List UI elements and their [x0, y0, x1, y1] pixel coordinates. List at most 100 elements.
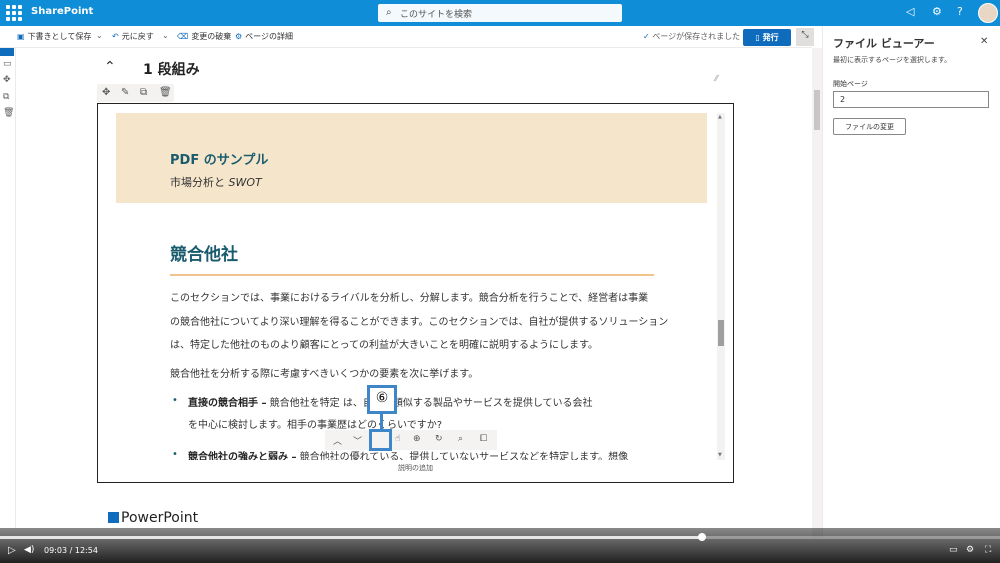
scroll-up-arrow-icon[interactable]: ▲: [718, 114, 722, 120]
publish-button[interactable]: ▯ 発行: [743, 29, 791, 46]
square-bullet: [108, 512, 119, 523]
fullscreen-icon[interactable]: ⧠: [480, 434, 487, 444]
rail-active-indicator: [0, 48, 14, 56]
bullet-bold: 直接の競合相手 –: [188, 398, 267, 409]
captions-icon[interactable]: ▭: [949, 545, 958, 555]
discard-icon: ⌫: [177, 32, 189, 41]
powerpoint-heading: PowerPoint: [108, 510, 198, 526]
bullet-bold: 競合他社の強みと弱み –: [188, 452, 297, 460]
discard-changes-button[interactable]: ⌫ 変更の破棄: [177, 31, 231, 42]
video-progress: [0, 536, 701, 539]
callout-highlight-box: [369, 429, 392, 451]
rotate-icon[interactable]: ↻: [435, 434, 443, 444]
settings-icon: ⚙: [235, 32, 243, 41]
saved-status: ✓ ページが保存されました: [643, 31, 740, 42]
pdf-heading: 競合他社: [170, 245, 238, 265]
bullet-marker: •: [172, 395, 178, 406]
add-caption-link[interactable]: 説明の追加: [398, 463, 433, 473]
undo-button[interactable]: ↶ 元に戻す: [112, 31, 154, 42]
video-controls: [0, 528, 1000, 563]
chevron-up-icon[interactable]: ⌃: [104, 59, 116, 75]
change-file-button[interactable]: ファイルの変更: [833, 118, 906, 135]
pdf-document[interactable]: PDF のサンプル 市場分析と SWOT 競合他社 このセクションでは、事業にお…: [116, 113, 707, 460]
collapse-panel-icon[interactable]: ⤡: [796, 28, 814, 46]
pdf-viewer-toolbar: ︿ ﹀ ☝ ⊕ ↻ ⌕ ⧠: [325, 430, 497, 450]
section-title: 1 段組み: [143, 62, 200, 78]
bullet-text: 競合他社を特定 は、自社と類似する製品やサービスを提供している会社: [266, 398, 593, 409]
previous-page-icon[interactable]: ︿: [333, 434, 342, 447]
canvas-scrollbar-thumb[interactable]: [814, 90, 820, 130]
pdf-subtitle-em: SWOT: [228, 176, 262, 189]
zoom-in-icon[interactable]: ⊕: [413, 434, 421, 444]
property-pane-description: 最初に表示するページを選択します。: [833, 56, 952, 64]
pdf-paragraph-line: の競合他社についてより深い理解を得ることができます。このセクションでは、自社が提…: [170, 317, 669, 328]
pdf-heading-rule: [170, 274, 654, 276]
webpart-toolbar: ✥ ✎ ⧉ 🗑: [97, 84, 174, 102]
search-icon[interactable]: ⌕: [458, 434, 463, 444]
save-icon: ▣: [17, 32, 25, 41]
pdf-paragraph-line: は、特定した他社のものより顧客にとっての利益が大きいことを明確に説明するようにし…: [170, 340, 598, 351]
suite-bar: SharePoint ⌕ このサイトを検索 ◁ ⚙ ?: [0, 0, 1000, 26]
next-page-icon[interactable]: ﹀: [353, 434, 362, 447]
publish-label: 発行: [762, 33, 779, 42]
pdf-scrollbar-thumb[interactable]: [718, 320, 724, 346]
page-details-button[interactable]: ⚙ ページの詳細: [235, 31, 293, 42]
video-time: 09:03 / 12:54: [44, 546, 98, 555]
gear-icon[interactable]: ⚙: [932, 5, 942, 18]
comment-icon[interactable]: ▭: [3, 59, 12, 69]
powerpoint-heading-text: PowerPoint: [121, 510, 199, 526]
duplicate-icon[interactable]: ⧉: [140, 87, 147, 98]
save-dropdown-chevron-icon[interactable]: ⌄: [96, 31, 103, 40]
check-icon: ✓: [643, 32, 650, 41]
megaphone-icon[interactable]: ◁: [906, 5, 914, 18]
bullet-marker: •: [172, 449, 178, 460]
avatar[interactable]: [978, 3, 998, 23]
discard-label: 変更の破棄: [191, 32, 232, 41]
page-details-label: ページの詳細: [245, 32, 294, 41]
video-time-separator: /: [69, 546, 73, 555]
edit-pencil-icon[interactable]: ✎: [121, 87, 129, 98]
close-icon[interactable]: ✕: [980, 36, 988, 47]
start-page-input[interactable]: 2: [833, 91, 989, 108]
volume-icon[interactable]: ◀): [24, 545, 34, 555]
play-icon[interactable]: ▷: [8, 545, 16, 556]
undo-label: 元に戻す: [121, 32, 154, 41]
property-pane-title: ファイル ビューアー: [833, 37, 935, 50]
move-icon[interactable]: ✥: [3, 75, 11, 85]
app-brand[interactable]: SharePoint: [31, 6, 93, 17]
delete-icon[interactable]: 🗑: [159, 87, 172, 98]
help-icon[interactable]: ?: [957, 5, 963, 18]
duplicate-icon[interactable]: ⧉: [3, 92, 9, 102]
search-icon: ⌕: [386, 7, 392, 18]
publish-icon: ▯: [755, 33, 760, 42]
pdf-paragraph-line: このセクションでは、事業におけるライバルを分析し、分解します。競合分析を行うこと…: [170, 293, 649, 304]
search-placeholder: このサイトを検索: [400, 10, 473, 20]
app-launcher-icon[interactable]: [6, 5, 22, 21]
move-icon[interactable]: ✥: [102, 87, 110, 98]
fullscreen-icon[interactable]: ⛶: [985, 545, 991, 555]
left-toolbox-rail: [0, 48, 16, 528]
pdf-paragraph: 競合他社を分析する際に考慮すべきいくつかの要素を次に挙げます。: [170, 369, 479, 380]
undo-dropdown-chevron-icon[interactable]: ⌄: [162, 31, 169, 40]
pdf-subtitle-text: 市場分析と: [170, 176, 225, 189]
save-draft-label: 下書きとして保存: [27, 32, 92, 41]
video-current-time: 09:03: [44, 546, 68, 555]
undo-icon: ↶: [112, 32, 119, 41]
bullet-text: 競合他社の優れている、提供していないサービスなどを特定します。想像: [296, 452, 629, 460]
save-draft-button[interactable]: ▣ 下書きとして保存: [17, 31, 91, 42]
saved-status-label: ページが保存されました: [652, 32, 741, 41]
pdf-bullet-line: を中心に検討します。相手の事業歴はどのくらいですか?: [188, 420, 443, 431]
pdf-subtitle: 市場分析と SWOT: [170, 174, 262, 190]
resize-handle-icon[interactable]: ⁄⁄: [715, 74, 718, 83]
video-total-time: 12:54: [74, 546, 98, 555]
video-seek-handle[interactable]: [698, 533, 706, 541]
command-bar: ▣ 下書きとして保存 ⌄ ↶ 元に戻す ⌄ ⌫ 変更の破棄 ⚙ ページの詳細 ✓ ページ…: [0, 26, 812, 48]
scroll-down-arrow-icon[interactable]: ▼: [718, 452, 722, 458]
pdf-scrollbar[interactable]: [717, 113, 725, 460]
pointer-icon[interactable]: ☝: [395, 434, 400, 444]
start-page-label: 開始ページ: [833, 80, 868, 88]
settings-icon[interactable]: ⚙: [966, 545, 974, 555]
search-input[interactable]: ⌕ このサイトを検索: [378, 4, 622, 22]
step-callout: ⑥: [367, 385, 397, 414]
delete-icon[interactable]: 🗑: [3, 108, 14, 118]
